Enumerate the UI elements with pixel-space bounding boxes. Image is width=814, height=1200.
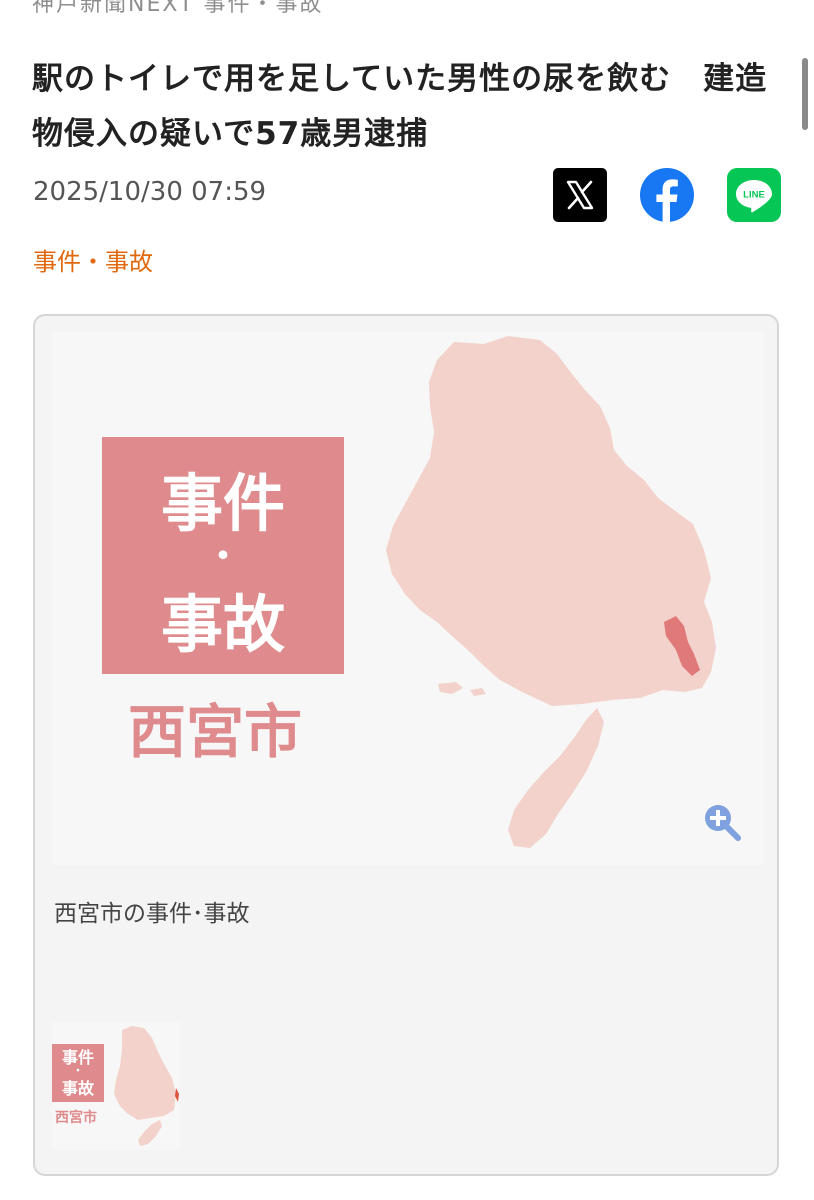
image-card: 事件 ・ 事故 西宮市 西宮市の事件･事故 事件 ・ 事故 西宮市 [33,314,779,1176]
facebook-logo-icon [640,168,694,222]
page-title: 駅のトイレで用を足していた男性の尿を飲む 建造物侵入の疑いで57歳男逮捕 [32,61,768,152]
image-thumbnail[interactable]: 事件 ・ 事故 西宮市 [52,1022,180,1150]
label-dot: ・ [205,536,241,577]
city-label: 西宮市 [128,698,302,766]
label-line-2: 事故 [161,588,285,661]
svg-text:LINE: LINE [743,190,765,201]
thumb-label-line-1: 事件 [62,1048,94,1067]
thumb-label-dot: ・ [73,1066,83,1077]
line-logo-icon: LINE [736,180,772,213]
zoom-in-icon[interactable] [702,802,742,842]
prefecture-map [386,336,716,706]
image-caption: 西宮市の事件･事故 [54,901,250,927]
x-logo-icon [566,180,594,210]
article-image[interactable]: 事件 ・ 事故 西宮市 [52,332,764,865]
breadcrumb[interactable]: 神戸新聞NEXT 事件・事故 [32,0,323,18]
thumb-label-line-2: 事故 [62,1079,95,1098]
category-link[interactable]: 事件・事故 [33,242,153,277]
label-line-1: 事件 [161,467,285,540]
share-facebook-button[interactable] [640,168,694,222]
awaji-island [508,708,604,848]
scrollbar[interactable] [802,58,808,130]
publish-date: 2025/10/30 07:59 [33,177,267,207]
thumb-city-label: 西宮市 [55,1109,97,1126]
share-line-button[interactable]: LINE [727,168,781,222]
share-x-button[interactable] [553,168,607,222]
